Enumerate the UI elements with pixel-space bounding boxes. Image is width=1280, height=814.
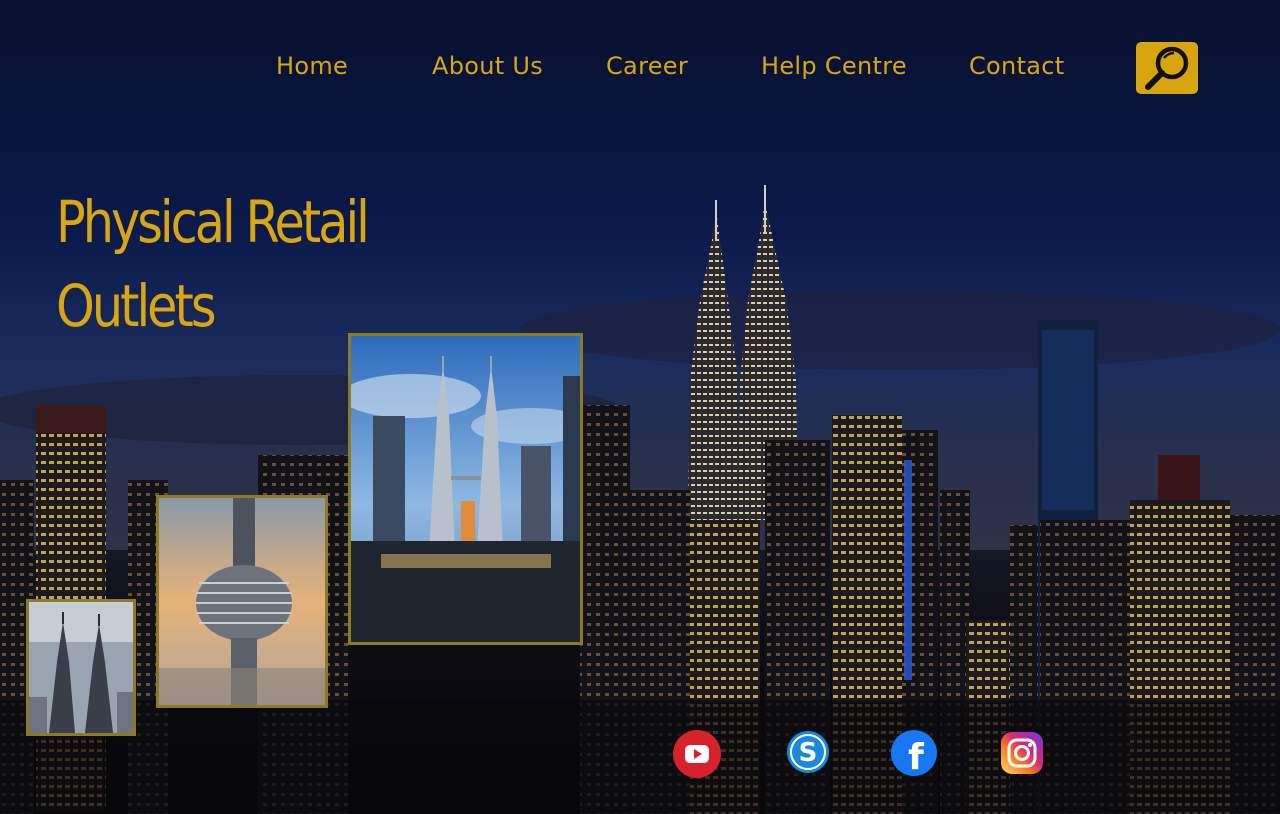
nav-contact[interactable]: Contact (969, 48, 1064, 84)
petronas-towers-photo (351, 336, 580, 642)
hero-page: Home About Us Career Help Centre Contact… (0, 0, 1280, 814)
instagram-icon (1001, 732, 1043, 774)
petronas-aerial-photo (29, 602, 133, 733)
page-title: Physical Retail Outlets (56, 180, 413, 348)
gallery-photo-petronas-aerial[interactable] (26, 599, 136, 736)
nav-home[interactable]: Home (276, 48, 348, 84)
gallery-photo-petronas-towers[interactable] (348, 333, 583, 645)
kl-tower-photo (159, 498, 325, 705)
search-icon (1145, 46, 1189, 90)
page-title-line2: Outlets (56, 272, 217, 340)
main-nav: Home About Us Career Help Centre Contact (0, 48, 1280, 84)
facebook-icon: f (891, 730, 937, 778)
instagram-link[interactable] (999, 730, 1047, 778)
skype-link[interactable]: S (784, 728, 832, 776)
gallery-photo-kl-tower[interactable] (156, 495, 328, 708)
svg-text:f: f (908, 737, 924, 777)
youtube-icon (673, 730, 721, 778)
youtube-link[interactable] (673, 730, 721, 778)
facebook-link[interactable]: f (890, 729, 938, 778)
svg-text:S: S (799, 738, 818, 768)
search-button[interactable] (1136, 42, 1198, 94)
nav-help-centre[interactable]: Help Centre (761, 48, 907, 84)
page-title-line1: Physical Retail (56, 188, 370, 256)
skype-icon: S (787, 731, 829, 773)
nav-about-us[interactable]: About Us (432, 48, 543, 84)
nav-career[interactable]: Career (606, 48, 688, 84)
